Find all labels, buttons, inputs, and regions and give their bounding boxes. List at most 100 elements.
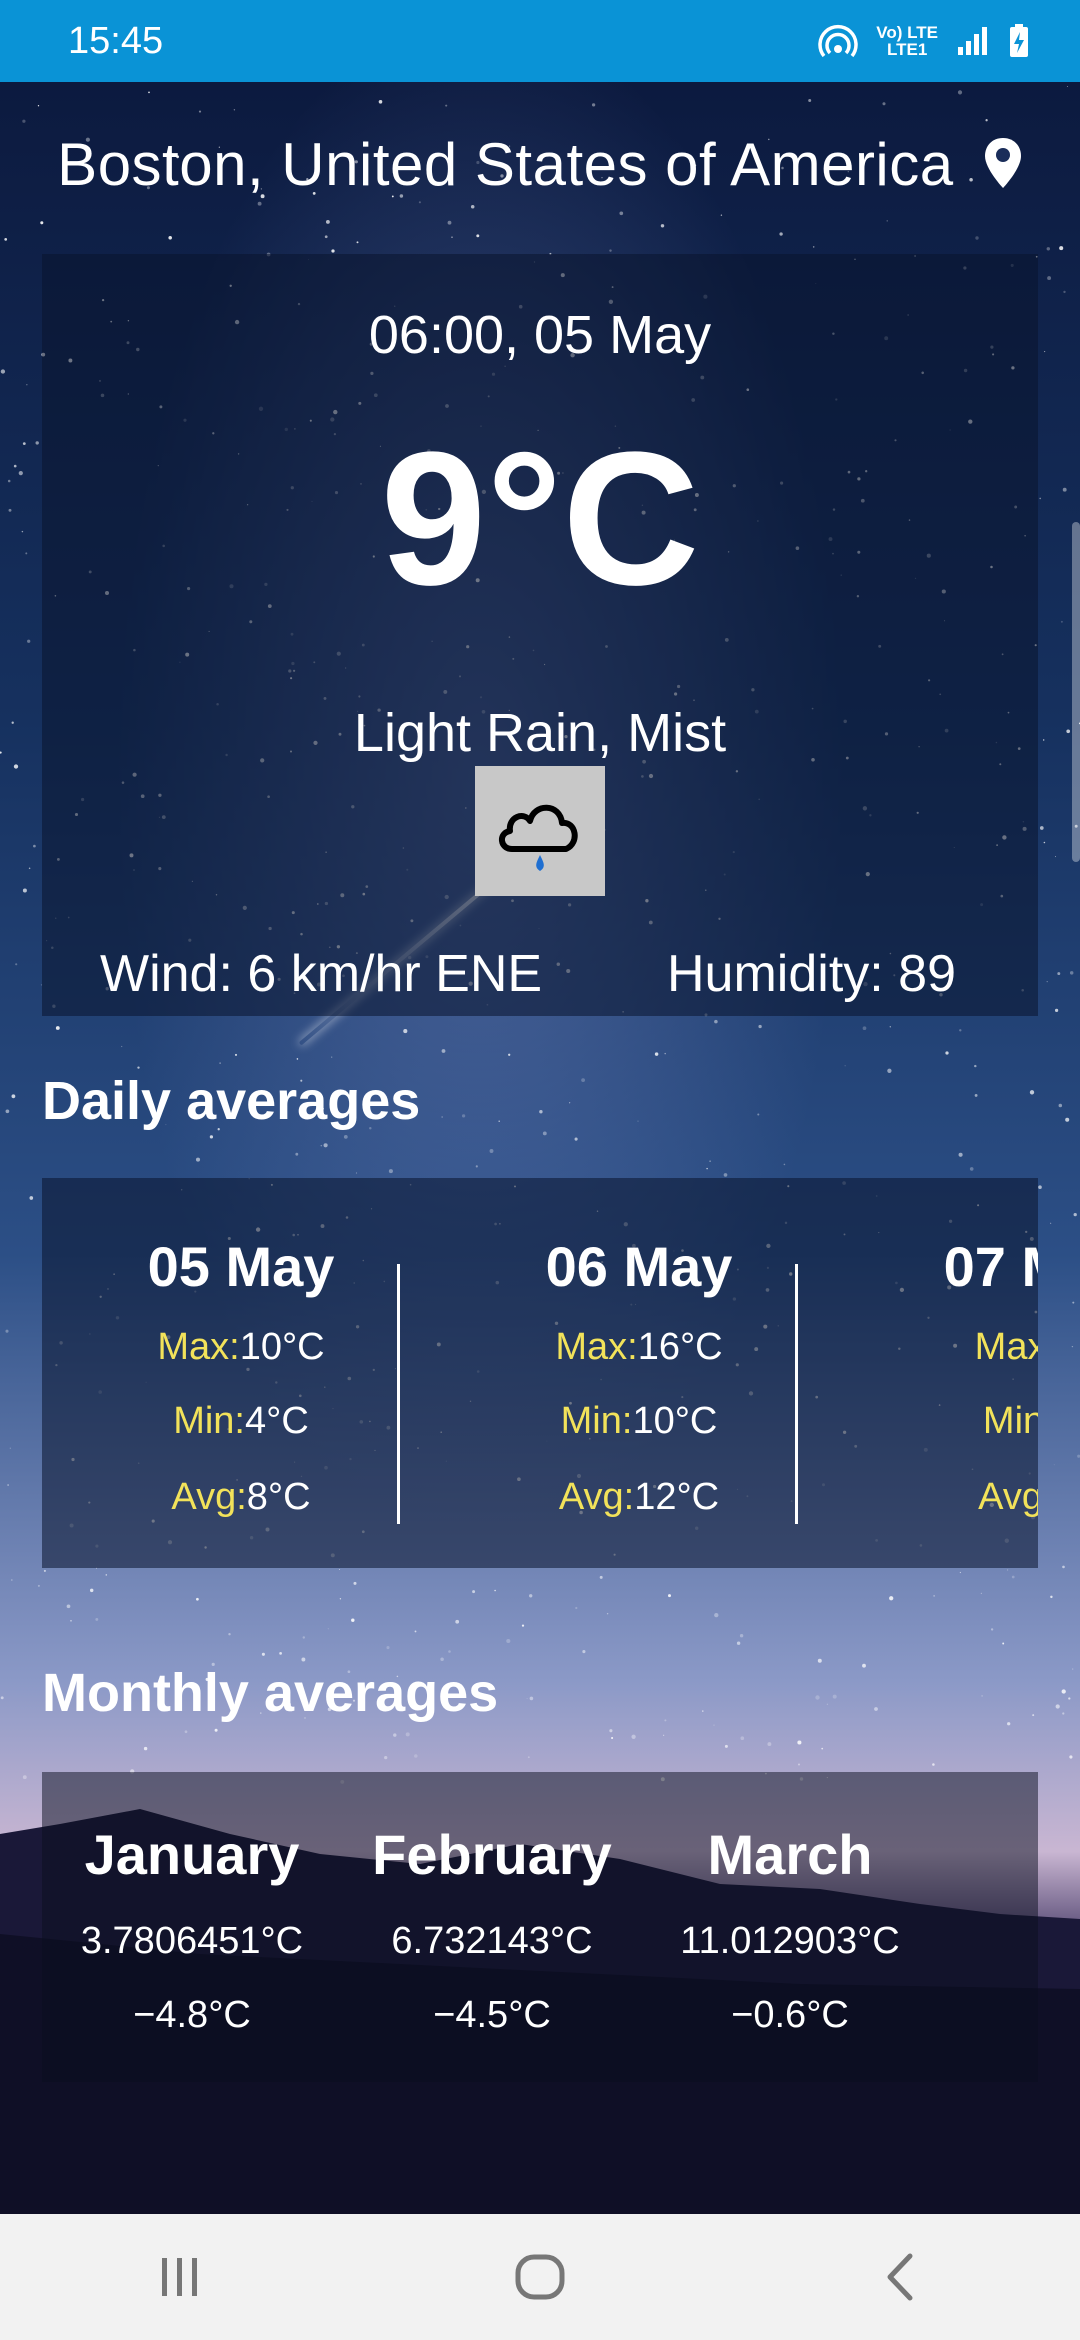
star (476, 234, 480, 238)
daily-max: Max:16°C (440, 1326, 838, 1369)
star (933, 1595, 935, 1597)
star (448, 1650, 451, 1653)
star (817, 1658, 822, 1663)
star (43, 1569, 46, 1572)
avg-value: 12°C (634, 1476, 720, 1518)
max-label: Max: (974, 1326, 1038, 1368)
max-label: Max: (555, 1326, 638, 1368)
star (887, 1068, 892, 1073)
max-label: Max: (157, 1326, 240, 1368)
home-button[interactable] (480, 2227, 600, 2327)
month-name: March (707, 1823, 873, 1886)
star (9, 1447, 11, 1449)
star (529, 1696, 534, 1701)
star (1007, 1569, 1009, 1571)
star (1047, 276, 1052, 281)
star (664, 1052, 666, 1055)
star (195, 1157, 201, 1162)
star (440, 1657, 444, 1662)
weather-description: Light Rain, Mist (353, 703, 727, 763)
star (28, 867, 31, 870)
daily-avg: Avg:8°C (42, 1476, 440, 1519)
current-datetime: 06:00, 05 May (368, 305, 712, 365)
star (1062, 1565, 1065, 1569)
month-name: January (84, 1823, 300, 1886)
daily-item[interactable]: 07 May Max:13 Min:8° Avg:10 (838, 1178, 1038, 1568)
recent-apps-button[interactable] (120, 2227, 240, 2327)
star (957, 90, 963, 95)
star (526, 1698, 528, 1700)
star (121, 1045, 123, 1048)
month-min: −4.5°C (433, 1994, 551, 2036)
star (351, 1618, 355, 1622)
daily-item[interactable]: 05 May Max:10°C Min:4°C Avg:8°C (42, 1178, 440, 1568)
star (758, 1024, 762, 1029)
star (739, 1633, 744, 1638)
star (945, 1051, 949, 1055)
star (10, 1579, 13, 1581)
star (1039, 497, 1041, 500)
navigation-bar (0, 2214, 1080, 2340)
location-pin-icon[interactable] (983, 135, 1023, 204)
star (886, 220, 888, 222)
star (539, 1110, 543, 1114)
month-max: 1 (932, 1920, 1038, 1963)
star (985, 119, 988, 122)
back-button[interactable] (840, 2227, 960, 2327)
star (209, 1135, 214, 1139)
star (981, 1695, 983, 1697)
star (33, 844, 36, 848)
star (1053, 1464, 1055, 1466)
star (414, 1630, 417, 1633)
star (1054, 1008, 1059, 1013)
star (1058, 1103, 1063, 1108)
daily-avg: Avg:10 (838, 1476, 1038, 1519)
star (723, 1173, 728, 1177)
star (757, 1113, 760, 1116)
star (1072, 1301, 1075, 1304)
star (959, 1571, 962, 1574)
star (660, 224, 665, 228)
monthly-averages-list[interactable]: January 3.7806451°C −4.8°C February 6.73… (42, 1772, 1038, 2082)
star (1061, 1689, 1066, 1694)
star (1043, 739, 1045, 741)
wind-info: Wind: 6 km/hr ENE (100, 945, 543, 1003)
star (4, 238, 8, 241)
star (13, 764, 19, 769)
month-max: 11.012903°C (680, 1920, 900, 1962)
star (461, 1114, 466, 1118)
recent-apps-icon (162, 2258, 197, 2296)
star (37, 1584, 40, 1587)
battery-charging-icon (1010, 24, 1028, 57)
star (714, 1019, 718, 1024)
star (706, 1167, 708, 1170)
star (974, 1064, 977, 1068)
daily-averages-list[interactable]: 05 May Max:10°C Min:4°C Avg:8°C 06 May M… (42, 1178, 1038, 1568)
star (386, 1646, 390, 1650)
star (1050, 1595, 1053, 1599)
star (494, 1589, 496, 1592)
volte-text: Vo) LTE (876, 23, 938, 42)
star (105, 1574, 108, 1576)
min-value: 4°C (245, 1400, 309, 1442)
cloud-rain-icon (475, 766, 605, 896)
star (1043, 841, 1046, 844)
star (1044, 351, 1046, 353)
star (11, 1094, 16, 1099)
daily-item[interactable]: 06 May Max:16°C Min:10°C Avg:12°C (440, 1178, 838, 1568)
month-name: A (932, 1822, 1038, 1887)
star (1063, 290, 1066, 294)
location-text: Boston, United States of America (57, 131, 954, 198)
star (0, 751, 2, 754)
star (1069, 971, 1074, 975)
scrollbar[interactable] (1072, 522, 1080, 862)
star (198, 110, 202, 113)
daily-max: Max:13 (838, 1326, 1038, 1369)
star (889, 1596, 894, 1601)
star (331, 1056, 333, 1058)
star (320, 1144, 323, 1147)
star (234, 1053, 238, 1056)
star (783, 1163, 786, 1166)
star (736, 1641, 741, 1645)
star (1066, 729, 1071, 734)
